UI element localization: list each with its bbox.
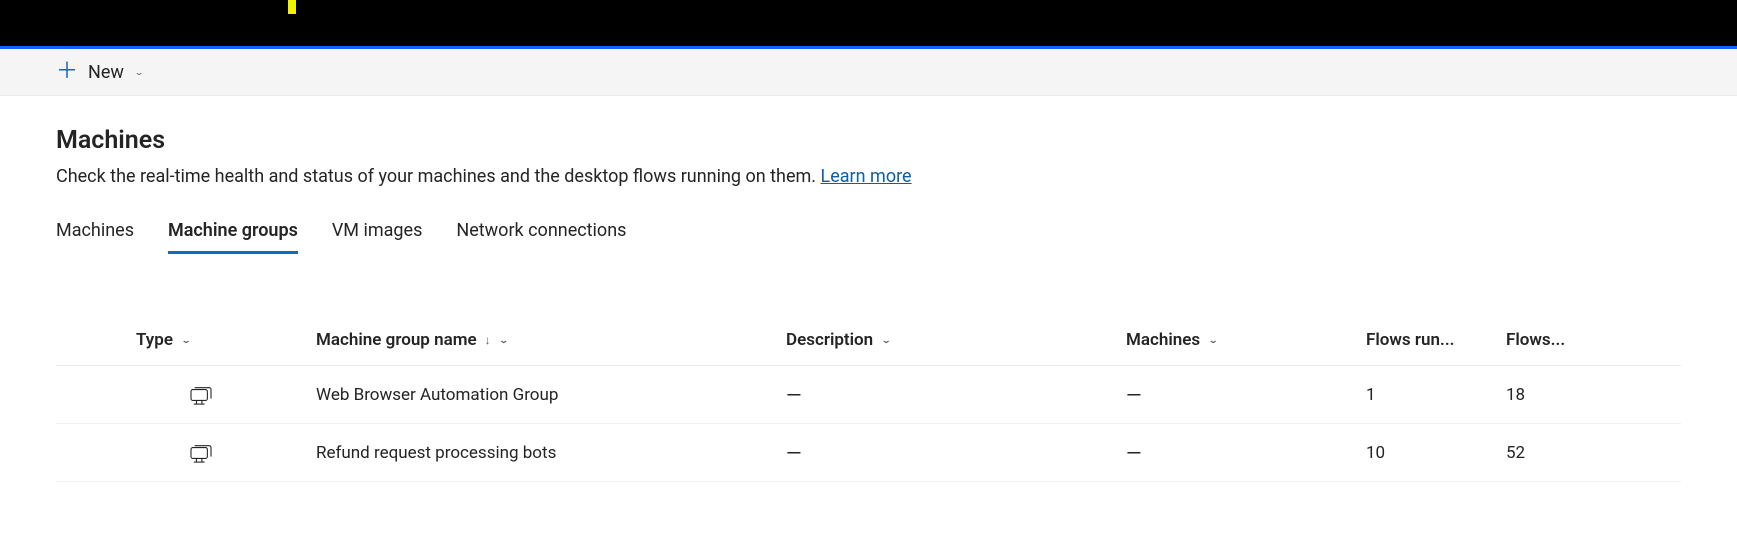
plus-icon: ＋ <box>56 61 78 83</box>
column-header-flows-queued-label: Flows... <box>1506 330 1565 350</box>
flows-queued-cell: 18 <box>1506 385 1646 405</box>
new-button-label: New <box>88 62 124 83</box>
tab-machines[interactable]: Machines <box>56 220 134 254</box>
table-row[interactable]: Web Browser Automation Group — — 1 18 <box>56 366 1681 424</box>
chevron-down-icon: ⌄ <box>881 335 891 345</box>
tab-network-connections[interactable]: Network connections <box>456 220 626 254</box>
column-header-flows-running-label: Flows run... <box>1366 330 1455 350</box>
chevron-down-icon: ⌄ <box>1208 335 1218 345</box>
table-row[interactable]: Refund request processing bots — — 10 52 <box>56 424 1681 482</box>
sort-descending-icon: ↓ <box>485 333 491 347</box>
new-button[interactable]: ＋ New ⌄ <box>56 61 144 83</box>
page-title: Machines <box>56 126 1681 155</box>
name-cell[interactable]: Web Browser Automation Group <box>316 385 786 405</box>
machine-group-icon <box>190 385 212 405</box>
tab-machine-groups[interactable]: Machine groups <box>168 220 298 254</box>
cursor-indicator <box>288 0 296 14</box>
description-cell: — <box>786 441 1126 465</box>
flows-running-cell: 10 <box>1366 443 1506 463</box>
page-subtitle: Check the real-time health and status of… <box>56 163 1681 190</box>
description-cell: — <box>786 383 1126 407</box>
column-header-type-label: Type <box>136 330 173 350</box>
tab-vm-images[interactable]: VM images <box>332 220 423 254</box>
column-header-type[interactable]: Type ⌄ <box>136 330 316 350</box>
tabs: Machines Machine groups VM images Networ… <box>56 220 1681 254</box>
type-cell <box>136 385 316 405</box>
page-content: Machines Check the real-time health and … <box>0 96 1737 482</box>
column-header-name-label: Machine group name <box>316 330 477 350</box>
chevron-down-icon: ⌄ <box>181 335 191 345</box>
type-cell <box>136 443 316 463</box>
column-header-name[interactable]: Machine group name ↓ ⌄ <box>316 330 786 350</box>
chevron-down-icon: ⌄ <box>499 335 509 345</box>
flows-queued-cell: 52 <box>1506 443 1646 463</box>
table-header-row: Type ⌄ Machine group name ↓ ⌄ Descriptio… <box>56 314 1681 366</box>
learn-more-link[interactable]: Learn more <box>821 166 912 187</box>
machines-cell: — <box>1126 383 1366 407</box>
chevron-down-icon: ⌄ <box>134 67 144 77</box>
column-header-machines[interactable]: Machines ⌄ <box>1126 330 1366 350</box>
top-black-bar <box>0 0 1737 46</box>
subtitle-text: Check the real-time health and status of… <box>56 166 821 187</box>
machine-group-icon <box>190 443 212 463</box>
column-header-description-label: Description <box>786 330 873 350</box>
column-header-flows-queued[interactable]: Flows... <box>1506 330 1646 350</box>
flows-running-cell: 1 <box>1366 385 1506 405</box>
command-bar: ＋ New ⌄ <box>0 49 1737 96</box>
column-header-machines-label: Machines <box>1126 330 1200 350</box>
name-cell[interactable]: Refund request processing bots <box>316 443 786 463</box>
machines-cell: — <box>1126 441 1366 465</box>
column-header-description[interactable]: Description ⌄ <box>786 330 1126 350</box>
column-header-flows-running[interactable]: Flows run... <box>1366 330 1506 350</box>
machine-groups-table: Type ⌄ Machine group name ↓ ⌄ Descriptio… <box>56 314 1681 482</box>
